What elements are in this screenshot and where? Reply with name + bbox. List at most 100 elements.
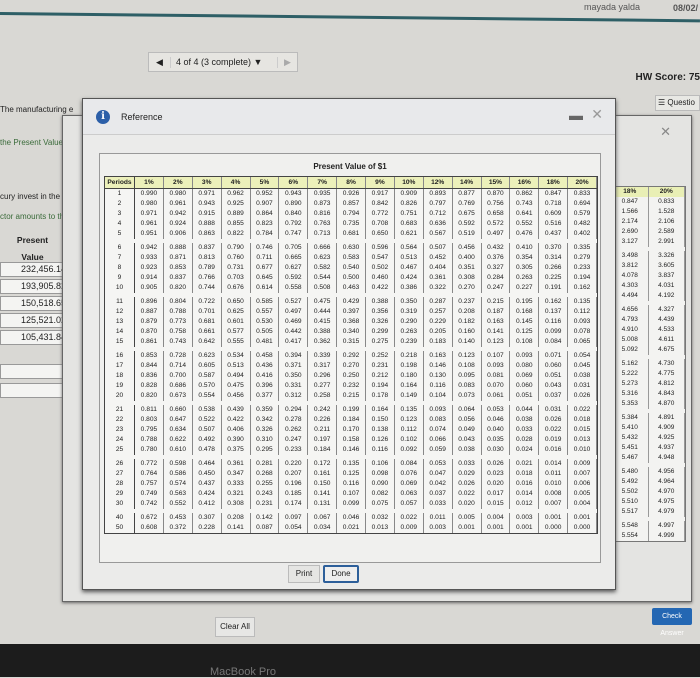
table-row: 24 0.788 0.622 0.492 0.390 0.310 0.247 0.197 0.1… bbox=[105, 435, 597, 445]
question-selector[interactable]: 4 of 4 (3 complete) ▼ bbox=[171, 57, 277, 67]
table-cell: 4.494 bbox=[612, 291, 649, 301]
pv-input[interactable] bbox=[0, 383, 70, 398]
table-cell: 5.222 bbox=[612, 369, 649, 379]
table-cell: 0.794 bbox=[337, 209, 366, 219]
close-button[interactable]: ✕ bbox=[591, 106, 603, 123]
table-cell: 0.044 bbox=[510, 405, 540, 415]
table-cell: 0.795 bbox=[135, 425, 164, 435]
table-cell: 0.063 bbox=[395, 489, 424, 499]
table-row: 30 0.742 0.552 0.412 0.308 0.231 0.174 0.131 0.0… bbox=[105, 499, 597, 509]
column-header: 15% bbox=[482, 177, 511, 188]
table-cell: 0.453 bbox=[164, 513, 193, 523]
table-cell: 0.914 bbox=[135, 273, 164, 283]
table-cell: 0.290 bbox=[395, 317, 424, 327]
table-cell: 0.853 bbox=[135, 351, 164, 361]
check-answer-button[interactable]: Check Answer bbox=[652, 608, 692, 637]
table-cell: 0.743 bbox=[510, 199, 540, 209]
table-cell: 0.585 bbox=[251, 297, 280, 307]
pv-input[interactable]: 150,518.65 bbox=[0, 296, 70, 311]
table-cell: 4.956 bbox=[649, 467, 685, 477]
table-cell: 0.123 bbox=[453, 351, 482, 361]
table-cell: 0.397 bbox=[337, 307, 366, 317]
pv-input[interactable]: 193,905.82 bbox=[0, 279, 70, 294]
table-cell: 0.033 bbox=[510, 425, 540, 435]
table-cell: 0.350 bbox=[395, 297, 424, 307]
table-cell: 0.877 bbox=[453, 189, 482, 199]
table-row: 22 0.803 0.647 0.522 0.422 0.342 0.278 0.226 0.1… bbox=[105, 415, 597, 425]
pv-input[interactable]: 125,521.02 bbox=[0, 313, 70, 328]
done-button[interactable]: Done bbox=[323, 565, 359, 583]
table-cell: 0.359 bbox=[251, 405, 280, 415]
table-cell: 0.555 bbox=[222, 337, 251, 347]
table-row: 20 0.820 0.673 0.554 0.456 0.377 0.312 0.258 0.2… bbox=[105, 391, 597, 401]
questions-button[interactable]: ☰ Questio bbox=[655, 95, 700, 111]
table-cell: 0.231 bbox=[366, 361, 395, 371]
info-icon: i bbox=[96, 110, 110, 124]
table-cell: 0.022 bbox=[453, 489, 482, 499]
table-cell: 0.029 bbox=[453, 469, 482, 479]
table-cell: 0.822 bbox=[222, 229, 251, 239]
user-name[interactable]: mayada yalda bbox=[584, 2, 640, 12]
close-icon[interactable]: ✕ bbox=[660, 124, 671, 140]
pv-input[interactable]: 232,456.14 bbox=[0, 262, 70, 277]
pv-input[interactable] bbox=[0, 364, 70, 379]
table-cell: 0.326 bbox=[366, 317, 395, 327]
table-cell: 0.015 bbox=[482, 499, 511, 509]
table-cell: 0.178 bbox=[366, 391, 395, 401]
table-cell: 0.788 bbox=[164, 307, 193, 317]
print-button[interactable]: Print bbox=[288, 565, 320, 583]
table-cell: 0.478 bbox=[193, 445, 222, 455]
table-cell: 0.675 bbox=[453, 209, 482, 219]
period-cell: 28 bbox=[105, 479, 135, 489]
period-cell: 12 bbox=[105, 307, 135, 317]
column-header: 7% bbox=[308, 177, 338, 188]
table-cell: 0.907 bbox=[251, 199, 280, 209]
table-cell: 0.362 bbox=[308, 337, 338, 347]
table-cell: 0.862 bbox=[510, 189, 540, 199]
table-row: 50 0.608 0.372 0.228 0.141 0.087 0.054 0.034 0.0… bbox=[105, 523, 597, 533]
table-cell: 0.579 bbox=[568, 209, 597, 219]
table-cell: 0.007 bbox=[568, 469, 597, 479]
table-cell: 0.150 bbox=[308, 479, 338, 489]
table-cell: 0.014 bbox=[510, 489, 540, 499]
minimize-button[interactable]: ▬ bbox=[569, 107, 583, 123]
table-row: 4.910 4.533 bbox=[612, 325, 685, 335]
table-cell: 0.890 bbox=[279, 199, 309, 209]
period-cell: 5 bbox=[105, 229, 135, 239]
table-cell: 0.000 bbox=[539, 523, 569, 533]
next-question-button[interactable]: ▶ bbox=[277, 56, 297, 68]
table-cell: 0.467 bbox=[395, 263, 424, 273]
table-cell: 0.160 bbox=[453, 327, 482, 337]
table-cell: 0.069 bbox=[510, 371, 540, 381]
table-cell: 0.142 bbox=[251, 513, 280, 523]
table-cell: 0.294 bbox=[279, 405, 309, 415]
previous-question-button[interactable]: ◀ bbox=[149, 56, 171, 68]
table-cell: 5.432 bbox=[612, 433, 649, 443]
table-cell: 0.361 bbox=[424, 273, 453, 283]
table-cell: 0.368 bbox=[337, 317, 366, 327]
table-cell: 0.137 bbox=[539, 307, 569, 317]
table-cell: 0.773 bbox=[164, 317, 193, 327]
table-cell: 0.242 bbox=[308, 405, 338, 415]
table-cell: 0.870 bbox=[135, 327, 164, 337]
table-cell: 5.353 bbox=[612, 399, 649, 409]
table-cell: 0.207 bbox=[279, 469, 309, 479]
table-cell: 0.833 bbox=[568, 189, 597, 199]
clear-all-button[interactable]: Clear All bbox=[215, 617, 255, 637]
table-cell: 5.510 bbox=[612, 497, 649, 507]
table-cell: 0.708 bbox=[366, 219, 395, 229]
table-row: 5.410 4.909 bbox=[612, 423, 685, 433]
table-cell: 0.070 bbox=[482, 381, 511, 391]
table-cell: 0.182 bbox=[453, 317, 482, 327]
pv-input[interactable]: 105,431.84 bbox=[0, 330, 70, 345]
table-row: 5.353 4.870 bbox=[612, 399, 685, 409]
column-header: 10% bbox=[395, 177, 424, 188]
table-cell: 4.812 bbox=[649, 379, 685, 389]
table-cell: 0.107 bbox=[337, 489, 366, 499]
table-cell: 0.042 bbox=[424, 479, 453, 489]
table-cell: 0.326 bbox=[251, 425, 280, 435]
table-cell: 0.174 bbox=[279, 499, 309, 509]
table-cell: 0.475 bbox=[222, 381, 251, 391]
table-cell: 0.292 bbox=[337, 351, 366, 361]
table-cell: 0.108 bbox=[510, 337, 540, 347]
